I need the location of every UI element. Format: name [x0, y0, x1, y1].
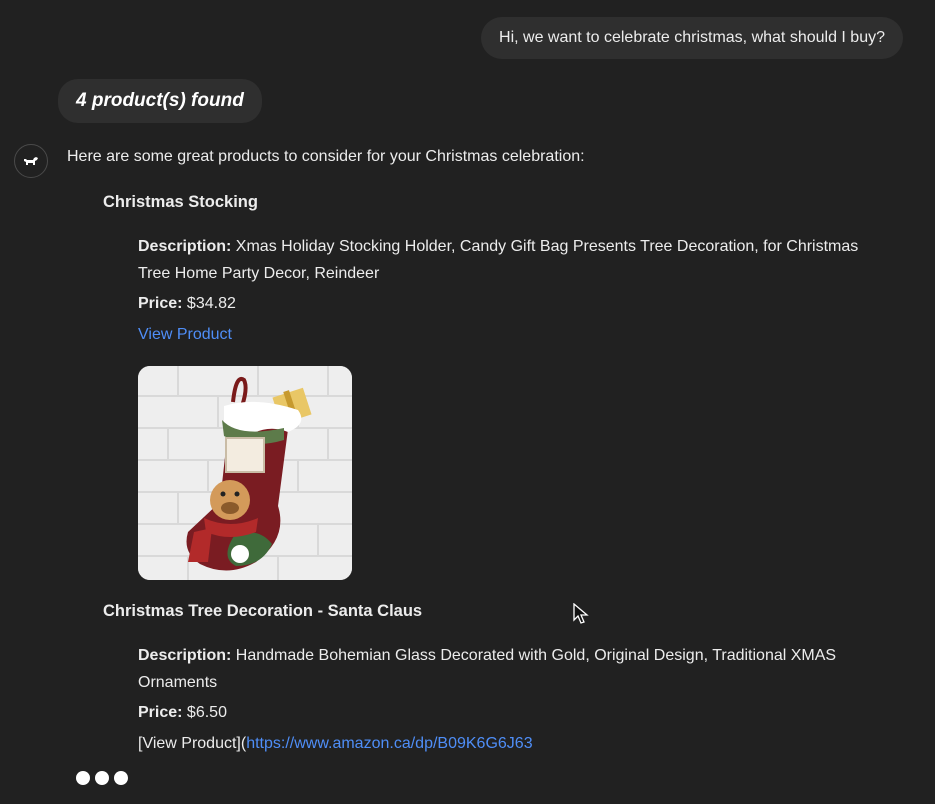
raw-product-link: [View Product](https://www.amazon.ca/dp/…	[138, 735, 533, 753]
product-price: Price: $34.82	[138, 295, 236, 313]
price-value: $6.50	[186, 704, 227, 721]
christmas-stocking-image[interactable]	[138, 366, 352, 580]
user-message-text: Hi, we want to celebrate christmas, what…	[499, 29, 885, 46]
product-title: Christmas Stocking	[103, 193, 258, 211]
product-description: Description: Handmade Bohemian Glass Dec…	[138, 642, 878, 696]
product-price: Price: $6.50	[138, 704, 227, 722]
description-label: Description:	[138, 238, 232, 255]
description-text: Handmade Bohemian Glass Decorated with G…	[138, 647, 837, 691]
assistant-intro: Here are some great products to consider…	[67, 148, 585, 165]
price-value: $34.82	[186, 295, 236, 312]
typing-dot	[76, 771, 90, 785]
view-product-link[interactable]: View Product	[138, 326, 232, 344]
user-message-bubble: Hi, we want to celebrate christmas, what…	[481, 17, 903, 59]
typing-dot	[95, 771, 109, 785]
raw-link-prefix: [View Product](	[138, 735, 247, 752]
price-label: Price:	[138, 295, 183, 312]
price-label: Price:	[138, 704, 183, 721]
product-description: Description: Xmas Holiday Stocking Holde…	[138, 233, 878, 287]
products-found-badge: 4 product(s) found	[58, 79, 262, 123]
products-found-text: 4 product(s) found	[76, 90, 244, 111]
product-title: Christmas Tree Decoration - Santa Claus	[103, 602, 423, 620]
chat-view: Hi, we want to celebrate christmas, what…	[0, 0, 935, 804]
typing-indicator	[76, 771, 128, 785]
description-label: Description:	[138, 647, 232, 664]
mouse-cursor-icon	[573, 603, 589, 624]
product-url-link[interactable]: https://www.amazon.ca/dp/B09K6G6J63	[246, 735, 532, 752]
description-text: Xmas Holiday Stocking Holder, Candy Gift…	[138, 238, 859, 282]
dog-icon	[24, 157, 38, 165]
assistant-avatar	[14, 144, 48, 178]
typing-dot	[114, 771, 128, 785]
